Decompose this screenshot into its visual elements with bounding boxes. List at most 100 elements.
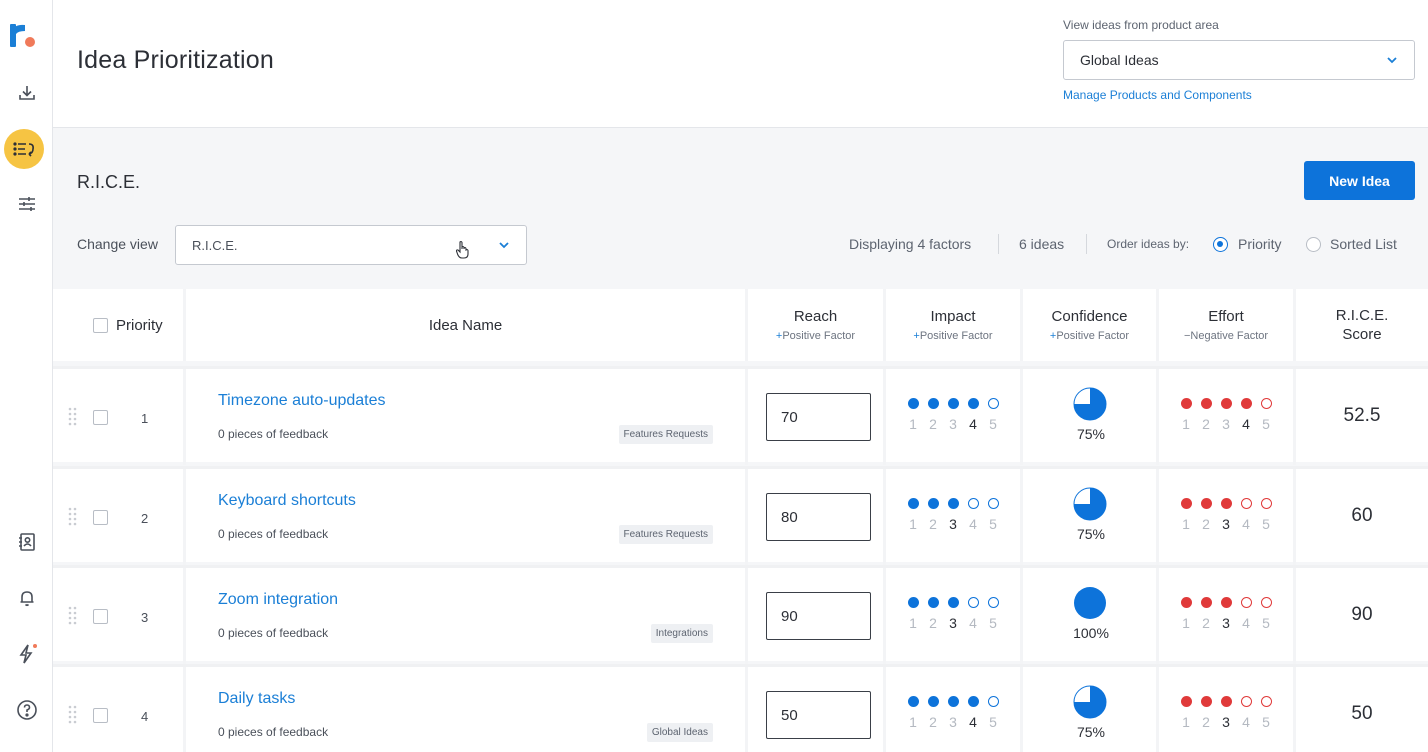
impact-dot[interactable]	[946, 496, 960, 510]
effort-dot[interactable]	[1179, 396, 1193, 410]
confidence-column-header[interactable]: Confidence +Positive Factor	[1023, 289, 1159, 361]
idea-name-link[interactable]: Timezone auto-updates	[218, 392, 386, 410]
priority-column-header[interactable]: Priority	[53, 289, 186, 361]
effort-dot[interactable]	[1239, 595, 1253, 609]
confidence-pie[interactable]	[1073, 387, 1107, 426]
idea-name-link[interactable]: Daily tasks	[218, 690, 295, 708]
impact-dot[interactable]	[946, 595, 960, 609]
impact-dot[interactable]	[926, 496, 940, 510]
effort-dot[interactable]	[1179, 496, 1193, 510]
impact-dot[interactable]	[926, 396, 940, 410]
impact-dot[interactable]	[906, 595, 920, 609]
reach-column-header[interactable]: Reach +Positive Factor	[748, 289, 886, 361]
row-checkbox[interactable]	[93, 609, 108, 624]
impact-scale-number[interactable]: 1	[906, 714, 920, 730]
effort-dot[interactable]	[1259, 496, 1273, 510]
effort-scale-number[interactable]: 1	[1179, 615, 1193, 631]
row-checkbox[interactable]	[93, 410, 108, 425]
impact-scale-number[interactable]: 2	[926, 416, 940, 432]
impact-scale-number[interactable]: 5	[986, 615, 1000, 631]
lightning-icon[interactable]	[0, 634, 53, 674]
drag-handle-icon[interactable]	[68, 705, 78, 730]
impact-scale-number[interactable]: 4	[966, 416, 980, 432]
manage-products-link[interactable]: Manage Products and Components	[1063, 88, 1252, 102]
effort-scale-number[interactable]: 5	[1259, 416, 1273, 432]
reach-input[interactable]: 80	[766, 493, 871, 541]
contacts-icon[interactable]	[0, 522, 53, 562]
effort-dot[interactable]	[1239, 396, 1253, 410]
effort-dot[interactable]	[1239, 694, 1253, 708]
table-row[interactable]: 4 Daily tasks 0 pieces of feedback Global I…	[53, 664, 1428, 752]
new-idea-button[interactable]: New Idea	[1304, 161, 1415, 200]
effort-dot[interactable]	[1219, 595, 1233, 609]
impact-dot[interactable]	[986, 396, 1000, 410]
reach-input[interactable]: 90	[766, 592, 871, 640]
impact-dot[interactable]	[966, 396, 980, 410]
effort-scale-number[interactable]: 3	[1219, 516, 1233, 532]
impact-dot[interactable]	[986, 694, 1000, 708]
impact-dot[interactable]	[946, 694, 960, 708]
impact-scale-number[interactable]: 5	[986, 416, 1000, 432]
impact-scale-number[interactable]: 4	[966, 714, 980, 730]
confidence-pie[interactable]	[1073, 487, 1107, 526]
effort-dot[interactable]	[1219, 694, 1233, 708]
drag-handle-icon[interactable]	[68, 606, 78, 631]
effort-scale-number[interactable]: 5	[1259, 615, 1273, 631]
order-sorted-radio[interactable]	[1306, 237, 1321, 252]
effort-scale-number[interactable]: 1	[1179, 714, 1193, 730]
effort-dot[interactable]	[1259, 396, 1273, 410]
order-priority-label[interactable]: Priority	[1238, 236, 1282, 252]
impact-dot[interactable]	[946, 396, 960, 410]
impact-dot[interactable]	[906, 496, 920, 510]
impact-scale-number[interactable]: 4	[966, 516, 980, 532]
idea-name-link[interactable]: Zoom integration	[218, 591, 338, 609]
impact-dot[interactable]	[926, 595, 940, 609]
effort-dot[interactable]	[1199, 694, 1213, 708]
reach-input[interactable]: 50	[766, 691, 871, 739]
row-checkbox[interactable]	[93, 510, 108, 525]
effort-scale-number[interactable]: 2	[1199, 516, 1213, 532]
impact-scale-number[interactable]: 2	[926, 615, 940, 631]
change-view-select[interactable]: R.I.C.E.	[175, 225, 527, 265]
effort-scale-number[interactable]: 4	[1239, 416, 1253, 432]
download-icon[interactable]	[0, 73, 53, 113]
effort-scale-number[interactable]: 2	[1199, 416, 1213, 432]
effort-dot[interactable]	[1199, 496, 1213, 510]
impact-dot[interactable]	[966, 496, 980, 510]
impact-scale-number[interactable]: 1	[906, 416, 920, 432]
impact-dot[interactable]	[926, 694, 940, 708]
help-icon[interactable]	[0, 690, 53, 730]
impact-scale-number[interactable]: 3	[946, 416, 960, 432]
effort-scale-number[interactable]: 4	[1239, 714, 1253, 730]
drag-handle-icon[interactable]	[68, 407, 78, 432]
effort-scale-number[interactable]: 2	[1199, 714, 1213, 730]
impact-scale-number[interactable]: 5	[986, 516, 1000, 532]
effort-dot[interactable]	[1239, 496, 1253, 510]
effort-scale-number[interactable]: 3	[1219, 714, 1233, 730]
effort-dot[interactable]	[1259, 694, 1273, 708]
order-priority-radio[interactable]	[1213, 237, 1228, 252]
effort-scale-number[interactable]: 3	[1219, 615, 1233, 631]
effort-column-header[interactable]: Effort −Negative Factor	[1159, 289, 1296, 361]
effort-scale-number[interactable]: 2	[1199, 615, 1213, 631]
table-row[interactable]: 2 Keyboard shortcuts 0 pieces of feedback F…	[53, 466, 1428, 565]
product-area-select[interactable]: Global Ideas	[1063, 40, 1415, 80]
impact-scale-number[interactable]: 3	[946, 615, 960, 631]
effort-scale-number[interactable]: 1	[1179, 416, 1193, 432]
effort-scale-number[interactable]: 5	[1259, 714, 1273, 730]
impact-dot[interactable]	[986, 595, 1000, 609]
impact-scale-number[interactable]: 5	[986, 714, 1000, 730]
reach-input[interactable]: 70	[766, 393, 871, 441]
impact-scale-number[interactable]: 1	[906, 615, 920, 631]
impact-dot[interactable]	[966, 694, 980, 708]
impact-scale-number[interactable]: 3	[946, 516, 960, 532]
idea-name-link[interactable]: Keyboard shortcuts	[218, 492, 356, 510]
table-row[interactable]: 3 Zoom integration 0 pieces of feedback Int…	[53, 565, 1428, 664]
impact-dot[interactable]	[906, 694, 920, 708]
effort-dot[interactable]	[1179, 595, 1193, 609]
impact-scale-number[interactable]: 2	[926, 516, 940, 532]
bell-icon[interactable]	[0, 578, 53, 618]
impact-dot[interactable]	[966, 595, 980, 609]
effort-dot[interactable]	[1259, 595, 1273, 609]
impact-scale-number[interactable]: 1	[906, 516, 920, 532]
